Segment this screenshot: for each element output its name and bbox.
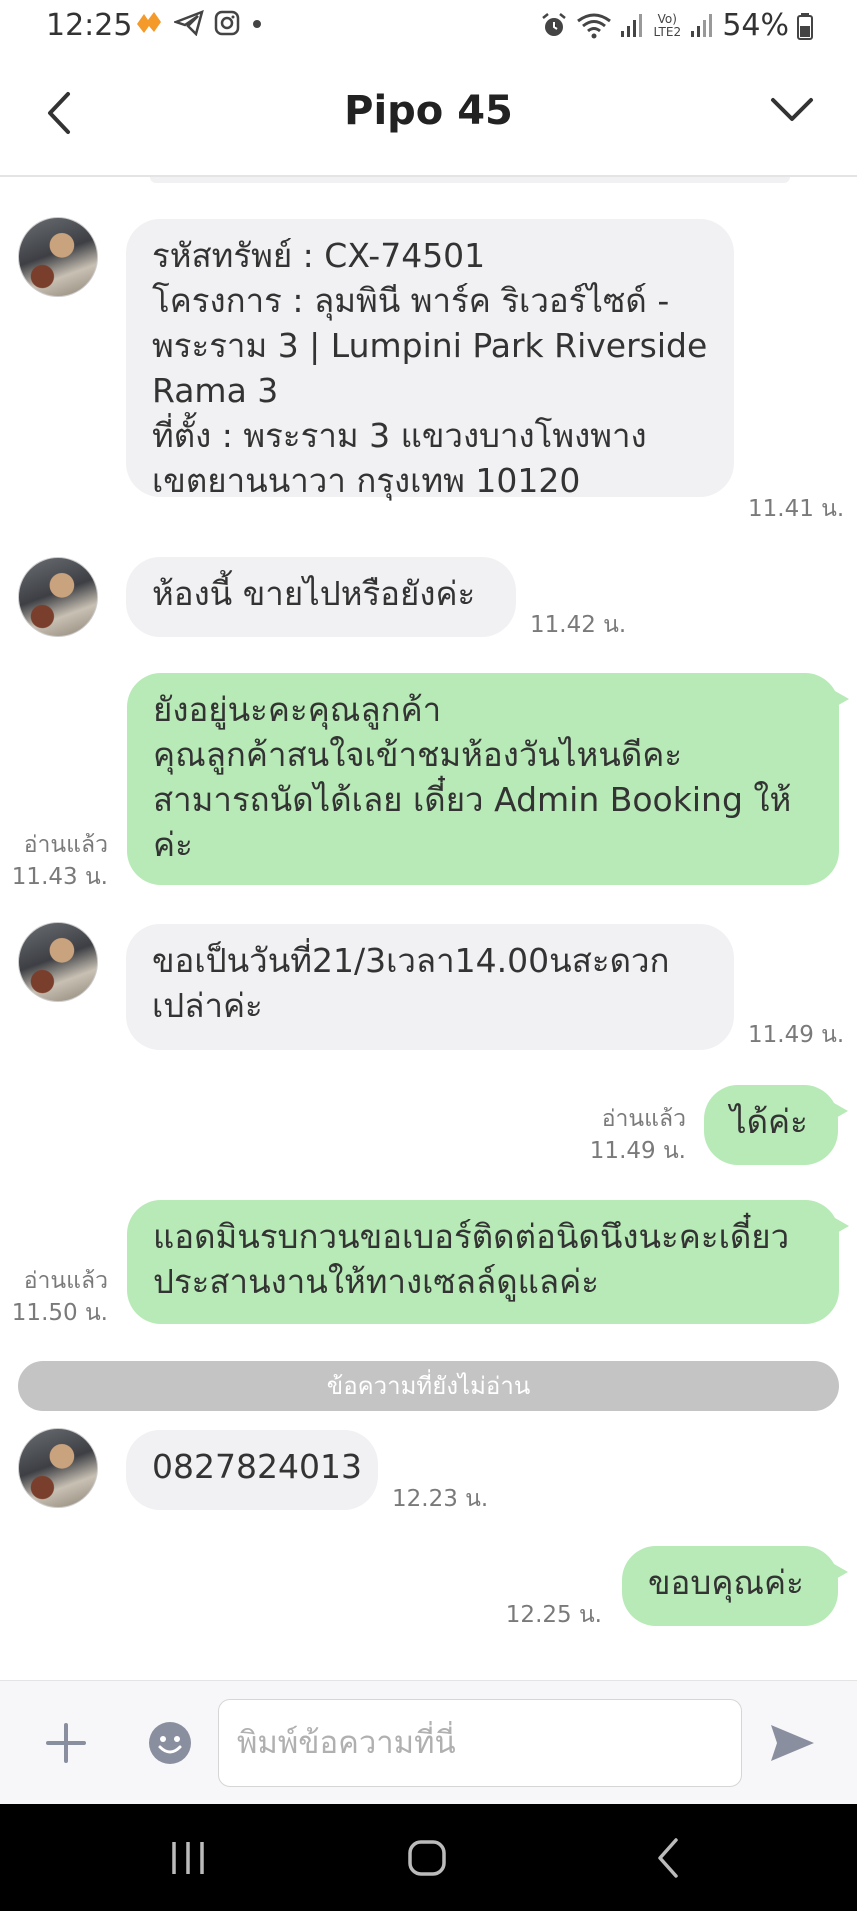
message-bubble[interactable]: แอดมินรบกวนขอเบอร์ติดต่อนิดนึงนะคะเดี๋ยว…: [127, 1200, 849, 1324]
message-line: ประสานงานให้ทางเซลล์ดูแลค่ะ: [153, 1262, 599, 1301]
emoji-icon[interactable]: [148, 1721, 192, 1765]
system-nav-bar: [0, 1804, 857, 1911]
avatar[interactable]: [18, 1428, 98, 1508]
message-line: รหัสทรัพย์ : CX-74501: [152, 236, 486, 275]
battery-icon: [797, 12, 813, 40]
system-status-icons: Vo) LTE2 54%: [540, 8, 813, 43]
read-receipt: อ่านแล้ว 11.49 น.: [560, 1103, 686, 1167]
message-line: ห้องนี้ ขายไปหรือยังค่ะ: [152, 574, 476, 613]
battery-percent: 54%: [722, 8, 789, 43]
message-time: 11.49 น.: [589, 1138, 686, 1164]
app-notification-icon: [137, 12, 161, 33]
message-line: โครงการ : ลุมพินี พาร์ค ริเวอร์ไซด์ -: [152, 281, 670, 320]
signal-icon: [621, 13, 643, 37]
read-label: อ่านแล้ว: [601, 1106, 686, 1132]
read-receipt: อ่านแล้ว 11.50 น.: [10, 1265, 108, 1329]
message-line: เปล่าค่ะ: [152, 986, 263, 1025]
avatar[interactable]: [18, 557, 98, 637]
message-line: ค่ะ: [153, 825, 193, 864]
message-line: ขอบคุณค่ะ: [648, 1563, 804, 1602]
message-time: 11.50 น.: [11, 1300, 108, 1326]
avatar[interactable]: [18, 217, 98, 297]
message-line: Rama 3: [152, 371, 279, 410]
message-bubble[interactable]: ยังอยู่นะคะคุณลูกค้า คุณลูกค้าสนใจเข้าชม…: [127, 673, 849, 885]
instagram-icon: [214, 10, 240, 36]
status-time: 12:25: [46, 8, 133, 43]
message-bubble[interactable]: ขอเป็นวันที่21/3เวลา14.00นสะดวก เปล่าค่ะ: [126, 924, 734, 1050]
message-time: 11.49 น.: [748, 1022, 845, 1048]
message-line: ขอเป็นวันที่21/3เวลา14.00นสะดวก: [152, 941, 670, 980]
avatar[interactable]: [18, 922, 98, 1002]
wifi-icon: [577, 13, 612, 38]
nav-back-icon[interactable]: [646, 1834, 694, 1882]
notification-icons: [134, 10, 264, 36]
message-line: ที่ตั้ง : พระราม 3 แขวงบางโพงพาง: [152, 416, 647, 455]
dot-icon: [253, 20, 261, 28]
message-time: 12.25 น.: [505, 1602, 602, 1628]
message-bubble[interactable]: ห้องนี้ ขายไปหรือยังค่ะ: [126, 557, 516, 637]
chevron-down-icon[interactable]: [767, 90, 817, 130]
message-line: ได้ค่ะ: [730, 1102, 808, 1141]
read-label: อ่านแล้ว: [23, 832, 108, 858]
read-label: อ่านแล้ว: [23, 1268, 108, 1294]
message-input-bar: [0, 1680, 857, 1804]
recent-apps-icon[interactable]: [164, 1834, 212, 1882]
message-time: 11.43 น.: [11, 864, 108, 890]
lte-label: Vo) LTE2: [653, 11, 682, 39]
send-icon[interactable]: [768, 1721, 816, 1765]
home-icon[interactable]: [404, 1834, 452, 1882]
previous-bubble-edge: [150, 177, 790, 183]
message-bubble[interactable]: 0827824013: [126, 1430, 378, 1510]
message-line: คุณลูกค้าสนใจเข้าชมห้องวันไหนดีคะ: [153, 735, 683, 774]
unread-divider: ข้อความที่ยังไม่อ่าน: [18, 1361, 839, 1411]
message-line: พระราม 3 | Lumpini Park Riverside: [152, 326, 708, 365]
message-line: สามารถนัดได้เลย เดี๋ยว Admin Booking ให้: [153, 780, 792, 819]
chat-header: Pipo 45: [0, 52, 857, 177]
message-line: เขตยานนาวา กรุงเทพ 10120: [152, 461, 581, 500]
message-input[interactable]: [218, 1699, 742, 1787]
message-bubble[interactable]: ได้ค่ะ: [704, 1085, 848, 1165]
chat-title: Pipo 45: [344, 88, 513, 134]
message-line: แอดมินรบกวนขอเบอร์ติดต่อนิดนึงนะคะเดี๋ยว: [153, 1217, 790, 1256]
plus-icon[interactable]: [44, 1721, 88, 1765]
signal-2-icon: [691, 13, 713, 37]
message-bubble[interactable]: ขอบคุณค่ะ: [622, 1546, 848, 1626]
message-time: 11.42 น.: [530, 612, 627, 638]
chat-area[interactable]: รหัสทรัพย์ : CX-74501 โครงการ : ลุมพินี …: [0, 177, 857, 1680]
message-time: 12.23 น.: [392, 1486, 489, 1512]
telegram-icon: [174, 10, 204, 36]
message-bubble[interactable]: รหัสทรัพย์ : CX-74501 โครงการ : ลุมพินี …: [126, 219, 734, 500]
message-time: 11.41 น.: [748, 496, 845, 522]
message-line: ยังอยู่นะคะคุณลูกค้า: [153, 690, 442, 729]
alarm-icon: [542, 12, 567, 36]
read-receipt: อ่านแล้ว 11.43 น.: [10, 829, 108, 893]
status-bar: 12:25 Vo) LTE2 54%: [0, 0, 857, 52]
message-line: 0827824013: [152, 1447, 362, 1486]
